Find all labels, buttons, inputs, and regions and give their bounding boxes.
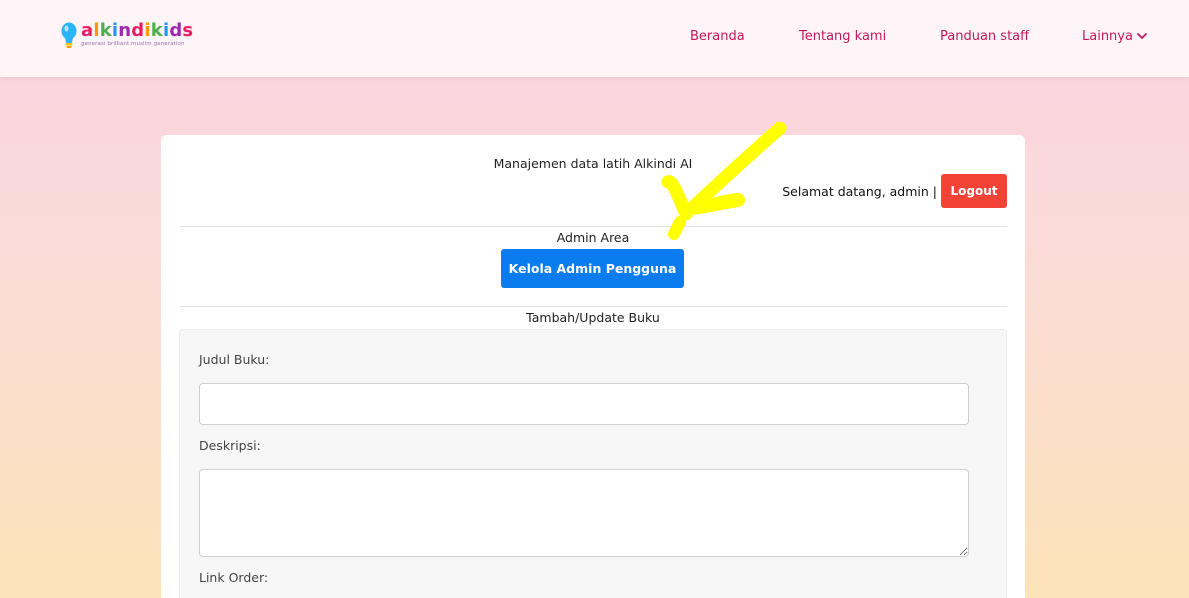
brand-letter: k (150, 20, 163, 41)
lightbulb-icon (61, 22, 77, 48)
order-link-label: Link Order: (199, 570, 269, 585)
welcome-text: Selamat datang, admin | (782, 184, 937, 199)
description-textarea[interactable] (199, 469, 969, 557)
nav-tentang-kami[interactable]: Tentang kami (799, 29, 886, 44)
brand-wordmark: alkindikids (81, 20, 193, 41)
manage-admin-users-button[interactable]: Kelola Admin Pengguna (501, 249, 684, 288)
brand-letter: a (81, 20, 94, 41)
alkindikids-logo[interactable]: alkindikids generasi brilliant muslim ge… (60, 20, 193, 52)
nav-beranda[interactable]: Beranda (690, 29, 745, 44)
book-form: Judul Buku: Deskripsi: Link Order: (179, 329, 1007, 598)
admin-card: Manajemen data latih Alkindi AI Selamat … (161, 135, 1025, 598)
brand-letter: d (169, 20, 183, 41)
brand-letter: n (118, 20, 132, 41)
description-label: Deskripsi: (199, 438, 261, 453)
brand-letter: d (131, 20, 145, 41)
chevron-down-icon[interactable] (1137, 32, 1147, 40)
divider (180, 306, 1007, 307)
book-form-label: Tambah/Update Buku (526, 310, 660, 325)
top-navbar: alkindikids generasi brilliant muslim ge… (0, 0, 1189, 77)
divider (180, 226, 1007, 227)
brand-tagline: generasi brilliant muslim generation (81, 41, 185, 47)
book-title-input[interactable] (199, 383, 969, 425)
nav-panduan-staff[interactable]: Panduan staff (940, 29, 1029, 44)
brand-letter: k (99, 20, 112, 41)
page-title: Manajemen data latih Alkindi AI (493, 156, 693, 171)
book-title-label: Judul Buku: (199, 352, 270, 367)
logout-button[interactable]: Logout (941, 174, 1007, 208)
admin-area-label: Admin Area (556, 230, 630, 245)
brand-letter: s (182, 20, 194, 41)
nav-lainnya-dropdown[interactable]: Lainnya (1082, 29, 1133, 44)
